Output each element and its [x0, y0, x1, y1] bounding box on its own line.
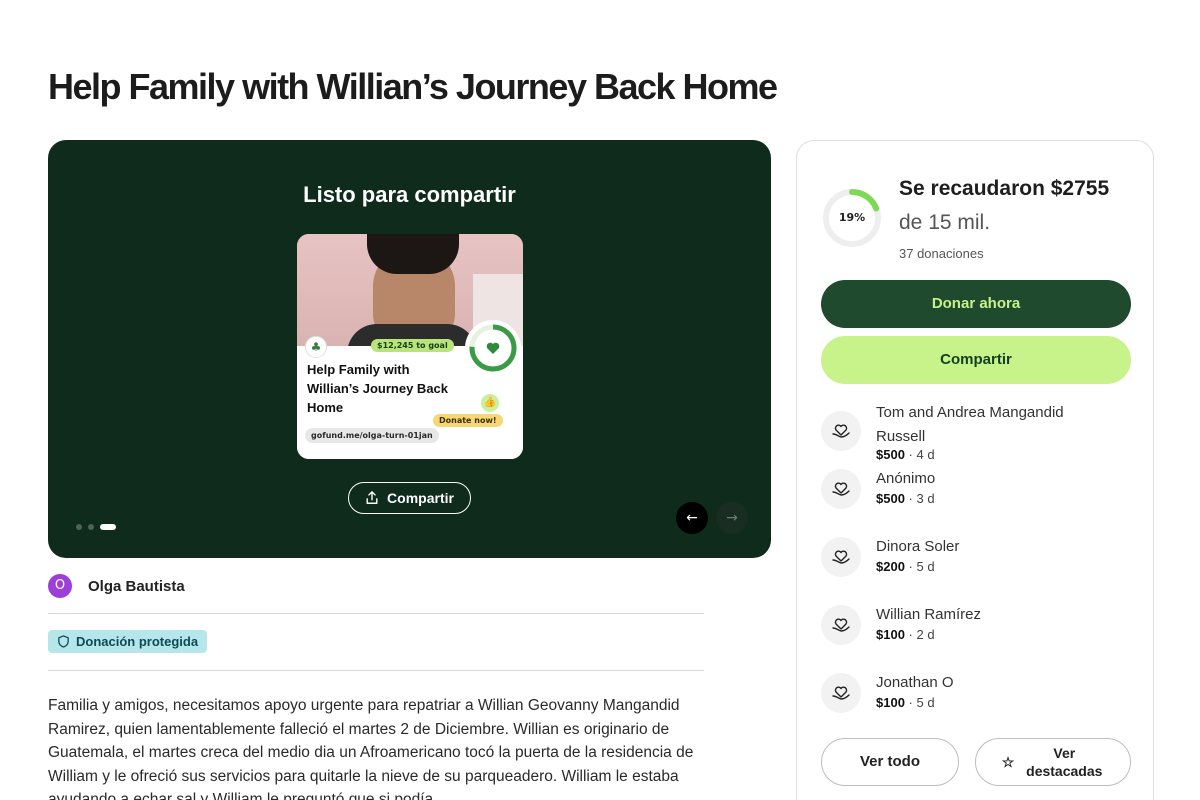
donor-meta: $200 · 5 d: [876, 559, 935, 574]
share-preview-card: ♣ $12,245 to goal Help Family with Willi…: [297, 234, 523, 459]
donor-name: Dinora Soler: [876, 538, 960, 555]
donor-meta: $100 · 5 d: [876, 695, 935, 710]
donor-meta: $500 · 3 d: [876, 491, 935, 506]
donation-hand-icon: [821, 673, 861, 713]
protected-donation-label: Donación protegida: [76, 634, 199, 649]
share-icon: [366, 491, 378, 504]
carousel-share-label: Compartir: [387, 490, 454, 506]
divider: [48, 670, 704, 671]
donate-now-button[interactable]: Donar ahora: [821, 280, 1131, 328]
campaign-story: Familia y amigos, necesitamos apoyo urge…: [48, 697, 694, 800]
share-button[interactable]: Compartir: [821, 336, 1131, 384]
donor-item: Jonathan O $100 · 5 d: [821, 671, 1131, 719]
arrow-left-icon: ←: [686, 510, 698, 526]
divider: [48, 613, 704, 614]
carousel-next-button[interactable]: →: [716, 502, 748, 534]
donation-sidebar: 19% Se recaudaron $2755 de 15 mil. 37 do…: [796, 140, 1154, 800]
organizer-name: Olga Bautista: [88, 577, 185, 595]
protected-donation-badge[interactable]: Donación protegida: [48, 630, 208, 653]
donations-count: 37 donaciones: [899, 246, 984, 261]
see-featured-button[interactable]: ☆ Ver destacadas: [975, 738, 1131, 786]
donor-name: Jonathan O: [876, 674, 954, 691]
donate-now-badge: Donate now!: [433, 414, 503, 427]
card-title: Help Family with Willian’s Journey Back …: [307, 362, 449, 415]
page-title: Help Family with Willian’s Journey Back …: [48, 66, 778, 107]
donation-hand-icon: [821, 605, 861, 645]
donor-name: Willian Ramírez: [876, 606, 982, 623]
donor-name: Anónimo: [876, 470, 936, 487]
avatar: O: [48, 574, 72, 598]
card-progress-ring: [465, 320, 521, 376]
donor-item: Willian Ramírez $100 · 2 d: [821, 603, 1131, 651]
arrow-right-icon: →: [726, 510, 738, 526]
organizer[interactable]: O Olga Bautista: [48, 574, 185, 598]
donor-item: Anónimo $500 · 3 d: [821, 467, 1131, 515]
goal-amount: de 15 mil.: [899, 211, 991, 234]
carousel-dots: [76, 524, 116, 530]
donor-item: Tom and Andrea Mangandid Russell $500 · …: [821, 401, 1131, 465]
star-icon: ☆: [1001, 753, 1015, 770]
heart-icon: [486, 342, 500, 354]
donor-meta: $100 · 2 d: [876, 627, 935, 642]
goal-badge: $12,245 to goal: [371, 339, 454, 352]
donor-name: Tom and Andrea Mangandid Russell: [876, 404, 1064, 445]
donation-hand-icon: [821, 411, 861, 451]
progress-percent: 19%: [838, 211, 866, 224]
see-all-button[interactable]: Ver todo: [821, 738, 959, 786]
carousel-dot[interactable]: [76, 524, 82, 530]
donor-item: Dinora Soler $200 · 5 d: [821, 535, 1131, 583]
thumbs-up-icon: 👍: [481, 394, 499, 412]
carousel-prev-button[interactable]: ←: [676, 502, 708, 534]
amount-raised: Se recaudaron $2755: [899, 177, 1110, 200]
donation-hand-icon: [821, 537, 861, 577]
carousel-heading: Listo para compartir: [303, 182, 516, 207]
carousel-dot[interactable]: [88, 524, 94, 530]
gofundme-logo-icon: ♣: [305, 336, 327, 358]
see-featured-label: Ver destacadas: [1026, 745, 1103, 779]
shield-icon: [58, 635, 69, 648]
donor-meta: $500 · 4 d: [876, 447, 935, 462]
card-url: gofund.me/olga-turn-01jan: [305, 428, 439, 443]
donation-hand-icon: [821, 469, 861, 509]
carousel-dot-active[interactable]: [100, 524, 116, 530]
carousel-share-button[interactable]: Compartir: [348, 482, 471, 514]
media-carousel[interactable]: Listo para compartir ♣ $12,245 to goal H…: [48, 140, 771, 558]
